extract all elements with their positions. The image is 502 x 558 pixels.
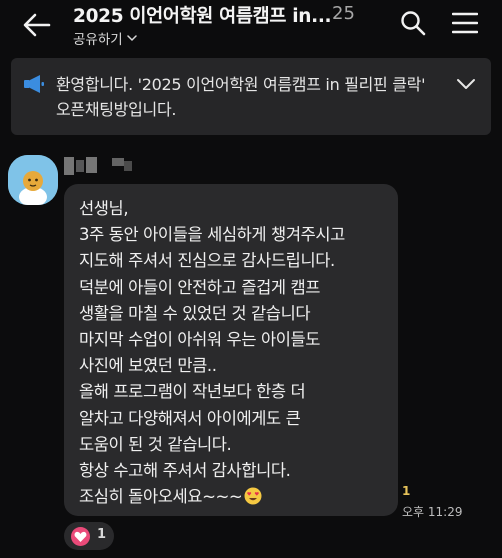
member-count: 25 [332,3,355,24]
hamburger-menu-icon[interactable] [452,11,478,35]
share-label: 공유하기 [73,32,123,48]
message-text: 선생님, 3주 동안 아이들을 세심하게 챙겨주시고 지도해 주셔서 진심으로 … [79,196,345,510]
heart-icon [71,527,90,546]
message-line: 조심히 돌아오세요~~~ [79,487,243,507]
message-line: 생활을 마칠 수 있었던 것 같습니다 [79,303,311,323]
sender-name-redacted [64,155,134,177]
message-line: 지도해 주셔서 진심으로 감사드립니다. [79,251,335,271]
message-line: 올해 프로그램이 작년보다 한층 더 [79,382,306,402]
chevron-down-icon [126,35,137,42]
message-line: 마지막 수업이 아쉬워 우는 아이들도 [79,330,321,350]
chat-title: 2025 이언어학원 여름캠프 in... [73,6,332,27]
message-line: 덕분에 아들이 안전하고 즐겁게 캠프 [79,277,321,297]
message-line-last: 조심히 돌아오세요~~~ [79,484,345,510]
megaphone-icon [24,75,44,93]
message-line: 사진에 보였던 만큼.. [79,356,217,376]
share-button[interactable]: 공유하기 [73,28,138,48]
chat-header: 2025 이언어학원 여름캠프 in... 25 공유하기 [0,0,502,52]
heart-reaction[interactable]: 1 [64,522,114,550]
avatar[interactable] [8,155,58,205]
character-avatar-icon [8,155,58,205]
unread-count: 1 [402,484,411,498]
message-line: 도움이 된 것 같습니다. [79,434,232,454]
message-bubble[interactable]: 선생님, 3주 동안 아이들을 세심하게 챙겨주시고 지도해 주셔서 진심으로 … [64,184,398,516]
search-icon[interactable] [400,10,426,36]
message-time: 오후 11:29 [402,505,463,519]
notice-banner[interactable]: 환영합니다. '2025 이언어학원 여름캠프 in 필리핀 클락' 오픈채팅방… [11,58,491,135]
message-line: 선생님, [79,199,129,218]
message-line: 알차고 다양해져서 아이에게도 큰 [79,408,301,428]
message-line: 항상 수고해 주셔서 감사합니다. [79,461,291,481]
chevron-down-icon[interactable] [456,76,476,92]
notice-text: 환영합니다. '2025 이언어학원 여름캠프 in 필리핀 클락' 오픈채팅방… [56,75,426,119]
heart-eyes-emoji-icon [244,487,262,505]
message-line: 3주 동안 아이들을 세심하게 챙겨주시고 [79,225,345,245]
reaction-count: 1 [97,527,107,542]
back-arrow-icon[interactable] [22,10,52,40]
